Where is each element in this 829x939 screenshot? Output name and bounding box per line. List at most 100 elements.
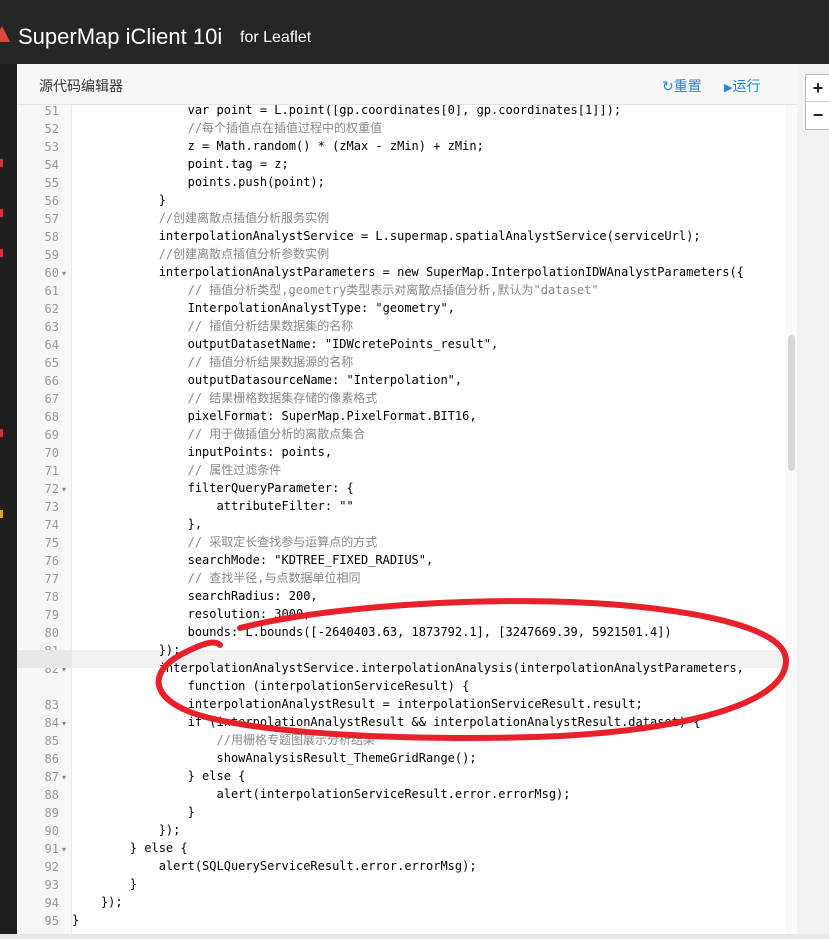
- line-number: 64: [44, 338, 59, 352]
- line-number: 67: [44, 392, 59, 406]
- code-line: interpolationAnalystService.interpolatio…: [72, 661, 744, 675]
- horizontal-scrollbar[interactable]: [0, 934, 829, 939]
- line-number: 87: [44, 770, 59, 784]
- sidebar-marker: [0, 249, 3, 257]
- code-line: function (interpolationServiceResult) {: [72, 679, 470, 693]
- code-line: attributeFilter: "": [72, 499, 354, 513]
- code-line: }: [72, 805, 195, 819]
- left-sidebar-strip: [0, 64, 17, 939]
- line-number: 95: [44, 914, 59, 928]
- code-line: // 查找半径,与点数据单位相同: [72, 571, 361, 585]
- sidebar-marker: [0, 209, 3, 217]
- line-number: 60: [44, 266, 59, 280]
- line-number: 59: [44, 248, 59, 262]
- code-line: points.push(point);: [72, 175, 325, 189]
- line-number: 63: [44, 320, 59, 334]
- line-number: 54: [44, 158, 59, 172]
- code-line: point.tag = z;: [72, 157, 289, 171]
- sidebar-marker: [0, 159, 3, 167]
- zoom-control: + −: [805, 74, 829, 130]
- code-line: // 插值分析结果数据集的名称: [72, 319, 354, 333]
- line-number: 56: [44, 194, 59, 208]
- code-line: outputDatasourceName: "Interpolation",: [72, 373, 463, 387]
- code-line: showAnalysisResult_ThemeGridRange();: [72, 751, 477, 765]
- code-text-area[interactable]: var point = L.point([gp.coordinates[0], …: [72, 105, 784, 934]
- fold-toggle-icon[interactable]: ▾: [62, 485, 66, 494]
- code-line: inputPoints: points,: [72, 445, 333, 459]
- reset-icon: ↻: [662, 78, 674, 94]
- line-number: 68: [44, 410, 59, 424]
- code-line: // 结果栅格数据集存储的像素格式: [72, 391, 378, 405]
- line-number: 52: [44, 122, 59, 136]
- line-number: 70: [44, 446, 59, 460]
- line-number-gutter: 51 52 53 54 55 56 57 58 59 60 ▾ 61 62 63 64 65 66 67 68 69 7…: [17, 104, 72, 934]
- zoom-in-button[interactable]: +: [806, 75, 829, 102]
- code-line: }: [72, 193, 166, 207]
- code-line: alert(interpolationServiceResult.error.e…: [72, 787, 571, 801]
- vertical-scrollbar[interactable]: [785, 105, 797, 934]
- line-number: 62: [44, 302, 59, 316]
- fold-toggle-icon[interactable]: ▾: [62, 269, 66, 278]
- line-number: 85: [44, 734, 59, 748]
- zoom-out-button[interactable]: −: [806, 102, 829, 128]
- reset-button[interactable]: ↻重置: [662, 76, 702, 96]
- code-line: searchRadius: 200,: [72, 589, 318, 603]
- scrollbar-thumb[interactable]: [788, 335, 795, 471]
- code-line: if (interpolationAnalystResult && interp…: [72, 715, 701, 729]
- code-line: });: [72, 895, 123, 909]
- code-line: interpolationAnalystService = L.supermap…: [72, 229, 701, 243]
- code-line: // 用于做插值分析的离散点集合: [72, 427, 366, 441]
- code-line: //创建离散点插值分析服务实例: [72, 211, 330, 225]
- code-line: interpolationAnalystResult = interpolati…: [72, 697, 643, 711]
- line-number: 73: [44, 500, 59, 514]
- fold-toggle-icon[interactable]: ▾: [62, 845, 66, 854]
- code-line: // 插值分析类型,geometry类型表示对离散点插值分析,默认为"datas…: [72, 283, 599, 297]
- line-number: 92: [44, 860, 59, 874]
- line-number: 91: [44, 842, 59, 856]
- line-number: 61: [44, 284, 59, 298]
- sidebar-marker: [0, 429, 3, 437]
- code-line: alert(SQLQueryServiceResult.error.errorM…: [72, 859, 477, 873]
- code-line: //创建离散点插值分析参数实例: [72, 247, 330, 261]
- line-number: 77: [44, 572, 59, 586]
- code-line: } else {: [72, 841, 188, 855]
- code-line: interpolationAnalystParameters = new Sup…: [72, 265, 744, 279]
- line-number: 65: [44, 356, 59, 370]
- line-number: 74: [44, 518, 59, 532]
- line-number: 58: [44, 230, 59, 244]
- code-line: // 属性过滤条件: [72, 463, 282, 477]
- run-button[interactable]: ▶运行: [724, 76, 760, 96]
- line-number: 57: [44, 212, 59, 226]
- code-line: }: [72, 877, 138, 891]
- code-line: } else {: [72, 769, 246, 783]
- line-number: 94: [44, 896, 59, 910]
- fold-toggle-icon[interactable]: ▾: [62, 773, 66, 782]
- code-line: //用栅格专题图展示分析结果: [72, 733, 375, 747]
- line-number: 53: [44, 140, 59, 154]
- line-number: 80: [44, 626, 59, 640]
- line-number: 86: [44, 752, 59, 766]
- line-number: 83: [44, 698, 59, 712]
- line-number: 90: [44, 824, 59, 838]
- line-number: 72: [44, 482, 59, 496]
- line-number: 66: [44, 374, 59, 388]
- code-line: }: [72, 913, 80, 927]
- active-line-gutter: [17, 650, 71, 668]
- editor-header: 源代码编辑器 ↻重置 ▶运行: [17, 64, 797, 105]
- sidebar-marker: [0, 510, 3, 518]
- code-line: });: [72, 643, 181, 657]
- line-number: 75: [44, 536, 59, 550]
- line-number: 55: [44, 176, 59, 190]
- top-bar: SuperMap iClient 10i for Leaflet: [0, 0, 829, 64]
- line-number: 71: [44, 464, 59, 478]
- code-line: // 采取定长查找参与运算点的方式: [72, 535, 378, 549]
- line-number: 69: [44, 428, 59, 442]
- code-line: resolution: 3000,: [72, 607, 311, 621]
- line-number: 89: [44, 806, 59, 820]
- line-number: 88: [44, 788, 59, 802]
- line-number: 51: [44, 104, 59, 118]
- code-line: InterpolationAnalystType: "geometry",: [72, 301, 455, 315]
- code-line: //每个插值点在插值过程中的权重值: [72, 121, 383, 135]
- line-number: 76: [44, 554, 59, 568]
- fold-toggle-icon[interactable]: ▾: [62, 719, 66, 728]
